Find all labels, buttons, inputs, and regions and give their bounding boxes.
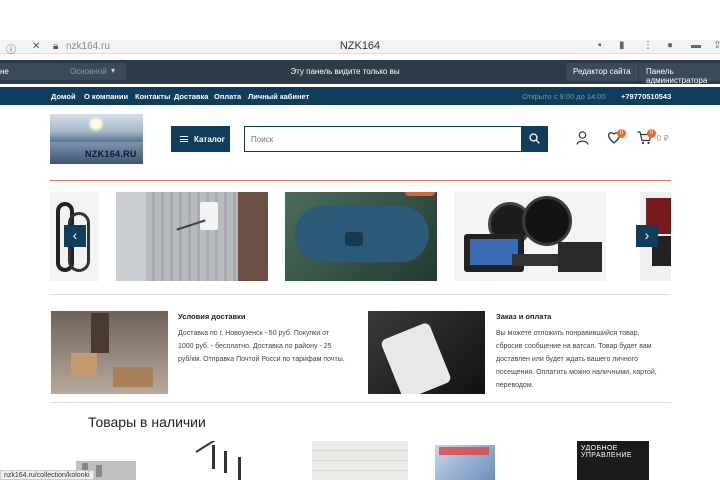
logo-text: NZK164.RU	[85, 149, 137, 159]
product-card-3[interactable]	[312, 441, 408, 480]
user-icon[interactable]	[576, 131, 589, 145]
extension-icon[interactable]: ●	[667, 40, 673, 51]
more-icon[interactable]: ⋮	[643, 40, 653, 51]
nav-item-contacts[interactable]: Контакты	[135, 92, 170, 101]
slide-car-audio[interactable]	[454, 192, 606, 281]
main-nav: Домой О компании Контакты Доставка Оплат…	[0, 87, 720, 105]
cart-badge: 0	[647, 129, 656, 138]
product-card-4[interactable]	[435, 441, 505, 480]
download-icon[interactable]: ▬	[691, 40, 701, 51]
browser-toolbar: ⓘ ✕ 🔒︎ nzk164.ru NZK164 ▪ ▮ ⋮ ● ▬ ⇪	[0, 40, 720, 56]
bookmark-icon[interactable]: ▮	[619, 40, 625, 51]
order-title: Заказ и оплата	[496, 312, 552, 321]
slide-wall-antenna[interactable]	[116, 192, 268, 281]
products-section-title: Товары в наличии	[88, 414, 206, 430]
header-divider	[50, 180, 671, 181]
site-editor-button[interactable]: Редактор сайта	[566, 63, 638, 81]
product-card-5[interactable]: УДОБНОЕ УПРАВЛЕНИЕ	[577, 441, 649, 480]
catalog-button[interactable]: Каталог	[171, 126, 230, 152]
order-image	[368, 311, 485, 394]
nav-item-payment[interactable]: Оплата	[214, 92, 241, 101]
delivery-image	[51, 311, 168, 394]
nav-item-delivery[interactable]: Доставка	[174, 92, 208, 101]
favorites-badge: 0	[617, 129, 626, 138]
opening-hours: Открыто с 9:00 до 14:00	[522, 92, 606, 101]
product-card-2[interactable]	[192, 441, 262, 480]
delivery-text: Доставка по г. Новоузенск - 50 руб. Поку…	[178, 330, 345, 363]
slider-prev-button[interactable]: ‹	[64, 225, 86, 247]
catalog-label: Каталог	[194, 135, 225, 144]
admin-panel-button[interactable]: Панель администратора	[639, 63, 720, 85]
slide-speaker[interactable]	[285, 192, 437, 281]
tab-title: NZK164	[339, 40, 381, 52]
order-text: Вы можете отложить понравившийся товар, …	[496, 330, 657, 389]
search-button[interactable]	[521, 126, 548, 152]
nav-item-home[interactable]: Домой	[51, 92, 76, 101]
delivery-title: Условия доставки	[178, 312, 246, 321]
admin-bar: не Основной ▾ Эту панель видите только в…	[0, 60, 720, 85]
info-divider	[50, 402, 671, 403]
nav-item-about[interactable]: О компании	[84, 92, 128, 101]
menu-icon	[180, 136, 188, 142]
site-logo[interactable]: NZK164.RU	[50, 114, 143, 164]
share-icon[interactable]: ⇪	[713, 40, 720, 51]
slider-divider	[50, 294, 671, 295]
cart-sum: 0 ₽	[657, 134, 669, 143]
nav-item-account[interactable]: Личный кабинет	[248, 92, 309, 101]
search-input[interactable]	[244, 126, 522, 152]
chat-icon[interactable]: ▪	[598, 40, 602, 51]
slider-next-button[interactable]: ›	[636, 225, 658, 247]
phone-link[interactable]: +79770510543	[621, 92, 671, 101]
search-icon	[529, 133, 540, 144]
status-url: nzk164.ru/collection/kolonki	[0, 470, 94, 480]
